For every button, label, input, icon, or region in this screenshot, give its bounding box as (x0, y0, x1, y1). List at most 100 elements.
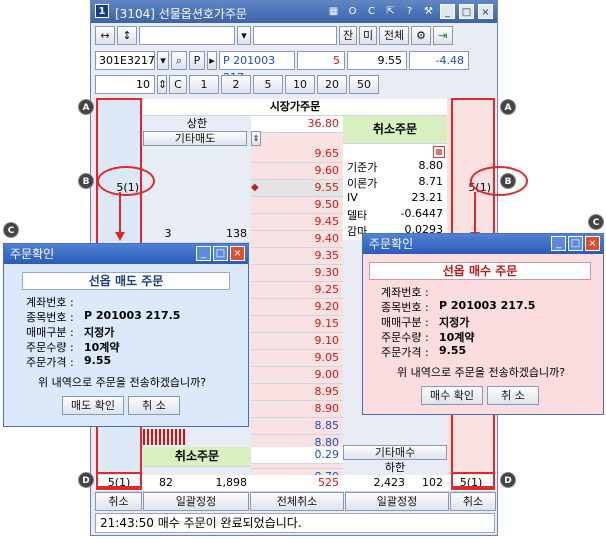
ask-price-row[interactable]: 9.65 (251, 146, 343, 163)
all-button[interactable]: 전체 (379, 26, 409, 45)
symbol-input[interactable]: P 201003 217 (219, 51, 295, 84)
buy-dialog-value: 지정가 (439, 316, 470, 329)
bulk-fix-buy-button[interactable]: 일괄정정 (345, 492, 449, 511)
buy-dialog-label: 종목번호 : (381, 301, 429, 314)
ask-price-row[interactable]: 9.35 (251, 248, 343, 265)
bid-price-row[interactable]: 8.90 (251, 401, 343, 418)
sell-dialog-label: 주문수량 : (26, 341, 74, 354)
order-qty-input[interactable]: 10 (95, 75, 155, 94)
jan-button[interactable]: 잔 (339, 26, 357, 45)
minimize-icon[interactable]: _ (440, 4, 455, 19)
c-icon[interactable]: C (364, 4, 379, 19)
cancel-buy-button[interactable]: 취소 (450, 492, 496, 511)
other-sell-button[interactable]: 기타매도 (143, 131, 247, 146)
marker-b-right: B (500, 173, 516, 189)
ask-price-row[interactable]: 9.60 (251, 163, 343, 180)
cancel-order-top-button[interactable]: 취소주문 (343, 116, 447, 144)
qty-preset-1[interactable]: 1 (189, 75, 219, 94)
secondary-input[interactable] (253, 26, 337, 45)
p-button[interactable]: P (189, 51, 205, 70)
restore-icon[interactable]: □ (459, 4, 474, 19)
buy-dialog-cancel-button[interactable]: 취 소 (487, 386, 539, 405)
restore-icon[interactable]: □ (568, 236, 583, 251)
account-input[interactable]: 301E3217 (95, 51, 155, 70)
summary-row: 5(1) 82 1,898 525 2,423 102 5(1) (95, 475, 495, 492)
sell-arrow-icon (115, 192, 125, 241)
scroll-up-icon[interactable]: ⇕ (251, 131, 261, 146)
grid-icon[interactable]: ▦ (326, 4, 341, 19)
info-label: 이론가 (347, 177, 378, 190)
link-icon[interactable]: ⇱ (383, 4, 398, 19)
window-title: [3104] 선물옵션호가주문 (115, 7, 248, 21)
ask-price-row[interactable]: 9.40 (251, 231, 343, 248)
bid-price-row[interactable]: 8.85 (251, 418, 343, 435)
buy-dialog-value: 9.55 (439, 344, 467, 357)
marker-c-left: C (3, 222, 19, 238)
buy-confirm-button[interactable]: 매수 확인 (421, 386, 483, 405)
qty-spinner-icon[interactable]: ⇕ (157, 75, 167, 94)
ask-price-row[interactable]: 9.25 (251, 282, 343, 299)
buy-dialog-heading: 선옵 매수 주문 (369, 262, 591, 280)
swap-horizontal-button[interactable]: ↔ (95, 26, 115, 45)
marker-d-right: D (500, 472, 516, 488)
combo-input[interactable] (139, 26, 235, 45)
qty-preset-2[interactable]: 2 (221, 75, 251, 94)
restore-icon[interactable]: □ (213, 246, 228, 261)
minimize-icon[interactable]: _ (551, 236, 566, 251)
chevron-down-icon[interactable]: ▾ (237, 26, 251, 45)
help-icon[interactable]: ? (402, 4, 417, 19)
settings-icon[interactable]: ⚙ (411, 26, 431, 45)
sum-buy-qty: 2,423 (343, 475, 409, 492)
current-price: 9.55 (347, 51, 407, 70)
qty-preset-5[interactable]: 5 (253, 75, 283, 94)
ask-price-row[interactable]: 9.30 (251, 265, 343, 282)
marker-a-left: A (78, 99, 94, 115)
ask-price-row[interactable]: 9.55 (251, 180, 343, 197)
mi-button[interactable]: 미 (359, 26, 377, 45)
sell-footer-highlight (96, 472, 142, 490)
sell-dialog-cancel-button[interactable]: 취 소 (128, 396, 180, 415)
close-icon[interactable]: × (478, 4, 493, 19)
buy-dialog-value: 10계약 (439, 331, 475, 344)
bid-price-row[interactable]: 9.00 (251, 367, 343, 384)
cancel-order-bottom-button[interactable]: 취소주문 (143, 447, 251, 467)
qty-preset-50[interactable]: 50 (349, 75, 379, 94)
clear-qty-button[interactable]: C (169, 75, 187, 94)
buy-dialog-label: 매매구분 : (381, 316, 429, 329)
close-icon[interactable]: × (230, 246, 245, 261)
marker-b-left: B (78, 173, 94, 189)
bid-price-row[interactable]: 9.10 (251, 333, 343, 350)
bid-price-row[interactable]: 9.05 (251, 350, 343, 367)
minimize-icon[interactable]: _ (196, 246, 211, 261)
bid-price-row[interactable]: 8.95 (251, 384, 343, 401)
ask-price-row[interactable]: 9.15 (251, 316, 343, 333)
sell-dialog-label: 매매구분 : (26, 326, 74, 339)
qty-preset-20[interactable]: 20 (317, 75, 347, 94)
ask-count: 3 (143, 226, 193, 243)
ask-qty: 138 (193, 226, 251, 243)
close-icon[interactable]: × (585, 236, 600, 251)
market-order-header[interactable]: 시장가주문 (143, 99, 447, 116)
swap-vertical-button[interactable]: ↕ (117, 26, 137, 45)
sell-dialog-value: 9.55 (84, 354, 112, 367)
info-value: 8.71 (418, 175, 444, 188)
bulk-fix-sell-button[interactable]: 일괄정정 (143, 492, 249, 511)
info-value: 23.21 (411, 191, 444, 204)
buy-footer-highlight (451, 472, 495, 490)
buy-dialog-title: 주문확인 _ □ × (363, 234, 603, 254)
cancel-all-button[interactable]: 전체취소 (250, 492, 344, 511)
account-dropdown-icon[interactable]: ▾ (157, 51, 169, 70)
p-arrow-icon[interactable]: ▸ (207, 51, 217, 70)
other-buy-button[interactable]: 기타매수 (343, 445, 447, 460)
search-icon[interactable]: ⌕ (171, 51, 187, 70)
ask-price-row[interactable]: 9.50 (251, 197, 343, 214)
qty-preset-10[interactable]: 10 (285, 75, 315, 94)
ask-price-row[interactable]: 9.20 (251, 299, 343, 316)
export-icon[interactable]: ⇥ (433, 26, 453, 45)
wrench-icon[interactable]: ⚒ (421, 4, 436, 19)
ask-price-row[interactable]: 9.45 (251, 214, 343, 231)
cancel-sell-button[interactable]: 취소 (95, 492, 142, 511)
sell-confirm-button[interactable]: 매도 확인 (62, 396, 124, 415)
o-icon[interactable]: O (345, 4, 360, 19)
calendar-icon[interactable]: ▦ (433, 146, 445, 158)
